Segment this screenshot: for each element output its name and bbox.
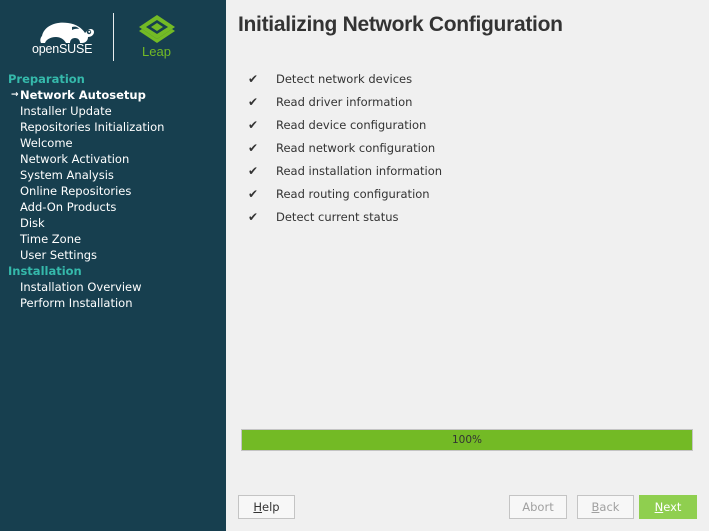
step-welcome: Welcome	[20, 136, 73, 150]
page-title: Initializing Network Configuration	[238, 13, 563, 36]
logo-divider	[113, 13, 114, 61]
task-label: Read device configuration	[276, 117, 427, 132]
step-perform-installation: Perform Installation	[20, 296, 133, 310]
next-label: ext	[663, 500, 682, 514]
step-installer-update: Installer Update	[20, 104, 112, 118]
leap-logo-icon	[139, 15, 175, 43]
task-item: ✔ Read network configuration	[248, 136, 442, 159]
task-label: Detect current status	[276, 209, 399, 224]
task-label: Detect network devices	[276, 71, 413, 86]
step-time-zone: Time Zone	[20, 232, 82, 246]
check-icon: ✔	[248, 117, 259, 132]
abort-label: Abort	[522, 500, 554, 514]
task-item: ✔ Detect current status	[248, 205, 442, 228]
task-label: Read driver information	[276, 94, 413, 109]
back-button[interactable]: Back	[577, 495, 634, 519]
logo-area: openSUSE Leap	[0, 0, 226, 64]
check-icon: ✔	[248, 140, 259, 155]
step-installation-overview: Installation Overview	[20, 280, 142, 294]
sidebar: openSUSE Leap Preparation → Network Auto…	[0, 0, 226, 531]
step-system-analysis: System Analysis	[20, 168, 114, 182]
abort-button[interactable]: Abort	[509, 495, 567, 519]
step-add-on-products: Add-On Products	[20, 200, 117, 214]
main-content: Initializing Network Configuration ✔ Det…	[226, 0, 709, 531]
step-label: Network Autosetup	[20, 88, 146, 102]
current-step-arrow-icon: →	[11, 90, 19, 100]
help-button[interactable]: Help	[238, 495, 295, 519]
leap-wordmark: Leap	[142, 44, 171, 59]
step-online-repositories: Online Repositories	[20, 184, 132, 198]
step-network-activation: Network Activation	[20, 152, 130, 166]
task-label: Read routing configuration	[276, 186, 430, 201]
check-icon: ✔	[248, 71, 259, 86]
task-item: ✔ Detect network devices	[248, 67, 442, 90]
task-item: ✔ Read routing configuration	[248, 182, 442, 205]
task-item: ✔ Read driver information	[248, 90, 442, 113]
check-icon: ✔	[248, 186, 259, 201]
step-repositories-initialization: Repositories Initialization	[20, 120, 165, 134]
next-button[interactable]: Next	[639, 495, 697, 519]
installation-steps: Preparation → Network Autosetup Installe…	[0, 71, 226, 311]
task-item: ✔ Read device configuration	[248, 113, 442, 136]
task-label: Read installation information	[276, 163, 443, 178]
installer-window: openSUSE Leap Preparation → Network Auto…	[0, 0, 709, 531]
next-mnemonic: N	[654, 500, 664, 514]
step-disk: Disk	[20, 216, 45, 230]
progress-bar: 100%	[241, 429, 693, 451]
section-installation: Installation	[8, 264, 82, 278]
help-label: elp	[262, 500, 280, 514]
task-label: Read network configuration	[276, 140, 436, 155]
back-label: ack	[599, 500, 620, 514]
section-preparation: Preparation	[8, 72, 85, 86]
task-item: ✔ Read installation information	[248, 159, 442, 182]
check-icon: ✔	[248, 94, 259, 109]
opensuse-wordmark: openSUSE	[32, 42, 93, 56]
help-mnemonic: H	[253, 500, 263, 514]
check-icon: ✔	[248, 163, 259, 178]
step-network-autosetup: → Network Autosetup	[0, 87, 226, 103]
step-user-settings: User Settings	[20, 248, 98, 262]
task-list: ✔ Detect network devices ✔ Read driver i…	[248, 67, 442, 228]
check-icon: ✔	[248, 209, 259, 224]
progress-label: 100%	[451, 434, 483, 446]
